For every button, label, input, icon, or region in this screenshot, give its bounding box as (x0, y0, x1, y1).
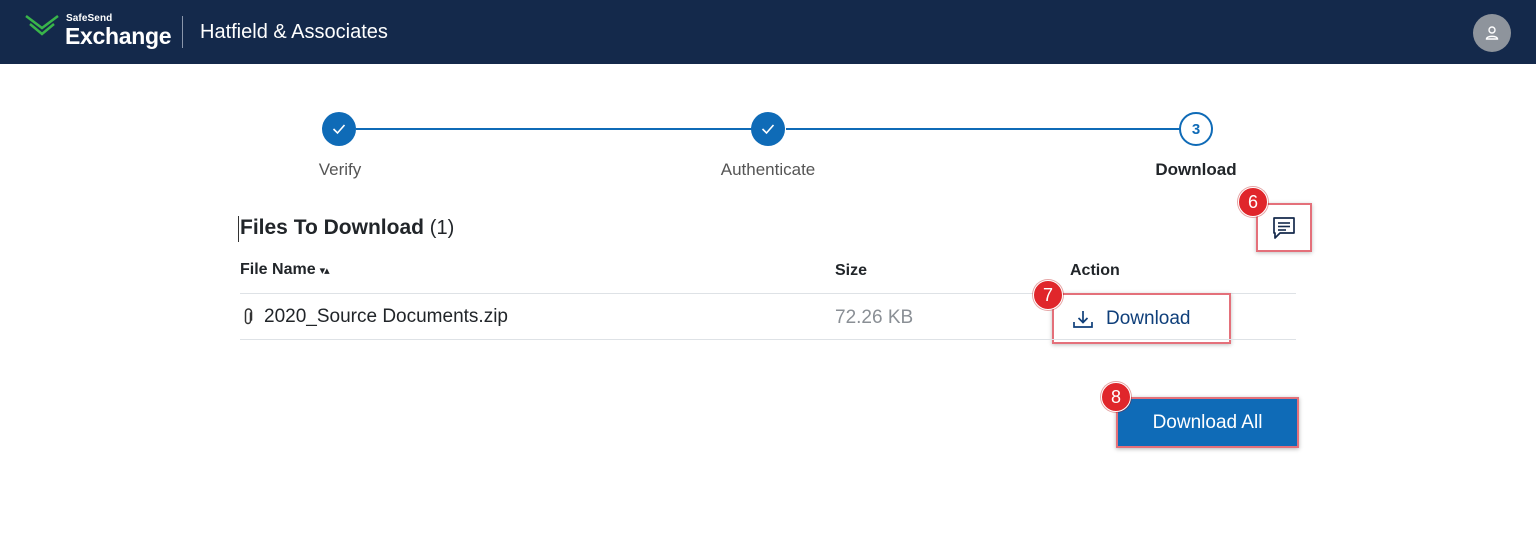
column-header-action: Action (1070, 262, 1120, 279)
user-icon (1485, 26, 1499, 40)
file-name: 2020_Source Documents.zip (264, 306, 508, 327)
step-download-circle: 3 (1179, 112, 1213, 146)
brand-large: Exchange (65, 23, 172, 49)
sort-icon[interactable]: ▾▴ (320, 265, 330, 277)
paperclip-icon (244, 308, 253, 325)
step-label-download: Download (1155, 160, 1237, 179)
table-row: 2020_Source Documents.zip (242, 306, 508, 328)
download-button[interactable]: Download (1052, 293, 1231, 344)
envelope-logo-icon (25, 15, 59, 36)
check-icon (332, 124, 346, 135)
download-button-label: Download (1106, 307, 1191, 329)
download-all-button[interactable]: Download All (1116, 397, 1299, 448)
check-icon (761, 124, 775, 135)
column-header-file-name[interactable]: File Name ▾▴ (240, 261, 330, 279)
column-header-size: Size (835, 262, 868, 279)
files-title-text: Files To Download (240, 216, 424, 239)
step-authenticate-circle (751, 112, 785, 146)
files-count: (1) (429, 217, 455, 239)
callout-badge-6: 6 (1238, 187, 1268, 217)
callout-badge-8: 8 (1101, 382, 1131, 412)
top-bar: SafeSend Exchange Hatfield & Associates (0, 0, 1536, 64)
step-label-verify: Verify (318, 160, 362, 179)
step-number: 3 (1191, 120, 1201, 138)
header-divider (182, 16, 183, 48)
company-name: Hatfield & Associates (200, 21, 388, 43)
column-header-file-name-label: File Name (240, 261, 316, 278)
files-title: Files To Download (1) (240, 216, 454, 240)
message-icon (1273, 216, 1295, 239)
user-avatar-button[interactable] (1473, 14, 1511, 52)
callout-badge-7: 7 (1033, 280, 1063, 310)
step-label-authenticate: Authenticate (720, 160, 816, 179)
step-connector-2 (786, 128, 1182, 130)
file-size: 72.26 KB (835, 307, 914, 328)
text-cursor (238, 216, 239, 242)
step-connector-1 (356, 128, 752, 130)
step-verify-circle (322, 112, 356, 146)
download-icon (1073, 310, 1093, 328)
table-row-divider (240, 339, 1296, 340)
